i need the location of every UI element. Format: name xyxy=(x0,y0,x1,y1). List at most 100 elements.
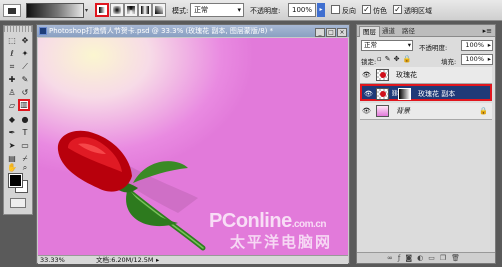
zoom-level[interactable]: 33.33% xyxy=(40,256,65,264)
linear-gradient-button[interactable] xyxy=(95,3,109,17)
options-bar: ▾ 模式: 正常 不透明度: 100% ▸ 反向 ✓ 仿色 ✓ 透明区域 xyxy=(0,0,502,21)
reverse-checkbox[interactable] xyxy=(331,5,340,14)
mode-value: 正常 xyxy=(194,6,208,14)
fill-input[interactable]: 100% xyxy=(461,54,493,65)
dodge-tool-icon[interactable]: ● xyxy=(19,114,31,126)
layer-mask-thumbnail[interactable] xyxy=(398,88,411,100)
layer-row-rose-copy[interactable]: 👁 ⛓ 玫瑰花 副本 xyxy=(360,84,492,101)
mode-label: 模式: xyxy=(172,7,189,15)
clone-stamp-tool-icon[interactable]: ♙ xyxy=(6,87,18,99)
canvas[interactable]: PConline.com.cn 太平洋电脑网 xyxy=(38,38,348,255)
lock-label: 锁定: xyxy=(361,58,377,66)
gradient-tool-icon[interactable]: ▥ xyxy=(18,99,30,111)
healing-brush-tool-icon[interactable]: ✚ xyxy=(6,74,18,86)
dither-label: 仿色 xyxy=(373,7,387,15)
tab-layers[interactable]: 图层 xyxy=(359,26,380,37)
slice-tool-icon[interactable]: ⟋ xyxy=(19,61,31,73)
layer-thumbnail xyxy=(376,105,389,117)
quick-mask-button[interactable] xyxy=(10,198,26,208)
opacity-input[interactable]: 100% xyxy=(288,3,316,17)
maximize-button[interactable]: □ xyxy=(326,28,336,37)
hand-tool-icon[interactable]: ✋ xyxy=(6,162,18,174)
status-menu-arrow[interactable]: ▸ xyxy=(156,256,159,264)
blend-mode-select[interactable]: 正常 xyxy=(361,40,413,51)
gradient-dropdown-arrow[interactable]: ▾ xyxy=(85,3,92,18)
layer-row-rose[interactable]: 👁 玫瑰花 xyxy=(360,67,492,84)
gradient-swatch[interactable] xyxy=(26,3,84,18)
document-info: 文档:6.20M/12.5M xyxy=(96,256,154,264)
angle-gradient-icon xyxy=(127,6,135,14)
diamond-gradient-icon xyxy=(155,6,163,14)
layer-name: 玫瑰花 副本 xyxy=(418,90,456,98)
layer-thumbnail xyxy=(376,88,389,100)
reflected-gradient-button[interactable] xyxy=(138,3,152,17)
crop-tool-icon[interactable]: ⌗ xyxy=(6,61,18,73)
minimize-button[interactable]: _ xyxy=(315,28,325,37)
window-buttons: _ □ × xyxy=(314,26,347,37)
trash-icon[interactable]: 🗑 xyxy=(451,254,465,262)
radial-gradient-icon xyxy=(113,6,121,14)
watermark-main: PConline xyxy=(209,210,292,232)
brush-tool-icon[interactable]: ✎ xyxy=(19,74,31,86)
link-layers-icon[interactable]: ∞ xyxy=(387,254,398,262)
diamond-gradient-button[interactable] xyxy=(152,3,166,17)
magic-wand-tool-icon[interactable]: ✦ xyxy=(19,48,31,60)
marquee-tool-icon[interactable]: ⬚ xyxy=(6,35,18,47)
eye-icon[interactable]: 👁 xyxy=(362,107,371,115)
pen-tool-icon[interactable]: ✒ xyxy=(6,127,18,139)
eye-icon[interactable]: 👁 xyxy=(362,71,371,79)
panel-menu-icon[interactable]: ▸≡ xyxy=(483,27,492,35)
opacity-label: 不透明度: xyxy=(250,7,281,15)
watermark-cn: 太平洋电脑网 xyxy=(229,233,332,251)
linear-gradient-icon xyxy=(99,7,105,13)
tab-paths[interactable]: 路径 xyxy=(399,26,418,37)
layer-thumbnail xyxy=(376,69,389,81)
panel-tabs: 图层 通道 路径 ▸≡ xyxy=(357,25,495,37)
toolbox: ⬚ ✥ ℓ ✦ ⌗ ⟋ ✚ ✎ ♙ ↺ ▱ ▥ ◆ ● ✒ T ➤ ▭ ▤ ⌿ … xyxy=(3,25,33,215)
blur-tool-icon[interactable]: ◆ xyxy=(6,114,18,126)
watermark-suffix: .com.cn xyxy=(291,219,327,230)
eye-icon[interactable]: 👁 xyxy=(364,90,373,98)
status-bar: 33.33% 文档:6.20M/12.5M ▸ xyxy=(38,255,348,264)
shape-tool-icon[interactable]: ▭ xyxy=(19,140,31,152)
zoom-tool-icon[interactable]: ⌕ xyxy=(19,162,31,174)
new-group-icon[interactable]: ▭ xyxy=(428,254,440,262)
transparency-label: 透明区域 xyxy=(404,7,432,15)
layer-opacity-input[interactable]: 100% xyxy=(461,40,493,51)
toolbox-grip[interactable] xyxy=(4,26,32,32)
document-title: Photoshop打造情人节贺卡.psd @ 33.3% (玫瑰花 副本, 图层… xyxy=(49,27,274,35)
eraser-tool-icon[interactable]: ▱ xyxy=(6,100,18,112)
reflected-gradient-icon xyxy=(141,6,149,14)
lasso-tool-icon[interactable]: ℓ xyxy=(6,48,18,60)
lock-icon: 🔒 xyxy=(479,107,488,115)
tool-preset-picker[interactable] xyxy=(3,4,21,17)
reverse-label: 反向 xyxy=(342,7,356,15)
mode-select[interactable]: 正常 xyxy=(190,3,244,17)
document-window: Photoshop打造情人节贺卡.psd @ 33.3% (玫瑰花 副本, 图层… xyxy=(36,24,350,264)
layers-panel: 图层 通道 路径 ▸≡ 正常 不透明度: 100% 锁定: ▫✎✥🔒 填充: 1… xyxy=(356,24,496,264)
opacity-slider-arrow[interactable]: ▸ xyxy=(317,3,325,17)
photoshop-doc-icon xyxy=(39,27,47,35)
close-button[interactable]: × xyxy=(337,28,347,37)
move-tool-icon[interactable]: ✥ xyxy=(19,35,31,47)
adjustment-layer-icon[interactable]: ◐ xyxy=(417,254,428,262)
layer-name: 玫瑰花 xyxy=(396,71,417,79)
history-brush-tool-icon[interactable]: ↺ xyxy=(19,87,31,99)
radial-gradient-button[interactable] xyxy=(110,3,124,17)
layer-name: 背景 xyxy=(396,107,410,115)
angle-gradient-button[interactable] xyxy=(124,3,138,17)
dither-checkbox[interactable]: ✓ xyxy=(362,5,371,14)
watermark-logo: PConline.com.cn xyxy=(209,210,326,233)
document-title-bar[interactable]: Photoshop打造情人节贺卡.psd @ 33.3% (玫瑰花 副本, 图层… xyxy=(37,25,349,37)
add-mask-icon[interactable]: ◙ xyxy=(405,254,417,262)
foreground-color-swatch[interactable] xyxy=(8,173,23,188)
path-selection-tool-icon[interactable]: ➤ xyxy=(6,140,18,152)
lock-buttons[interactable]: ▫✎✥🔒 xyxy=(377,55,414,63)
layer-row-background[interactable]: 👁 背景 🔒 xyxy=(360,103,492,120)
layers-panel-toolbar: ∞ƒ◙◐▭❐🗑 xyxy=(357,252,495,263)
transparency-checkbox[interactable]: ✓ xyxy=(393,5,402,14)
tab-channels[interactable]: 通道 xyxy=(379,26,398,37)
type-tool-icon[interactable]: T xyxy=(19,127,31,139)
new-layer-icon[interactable]: ❐ xyxy=(440,254,451,262)
blend-mode-value: 正常 xyxy=(364,41,377,49)
